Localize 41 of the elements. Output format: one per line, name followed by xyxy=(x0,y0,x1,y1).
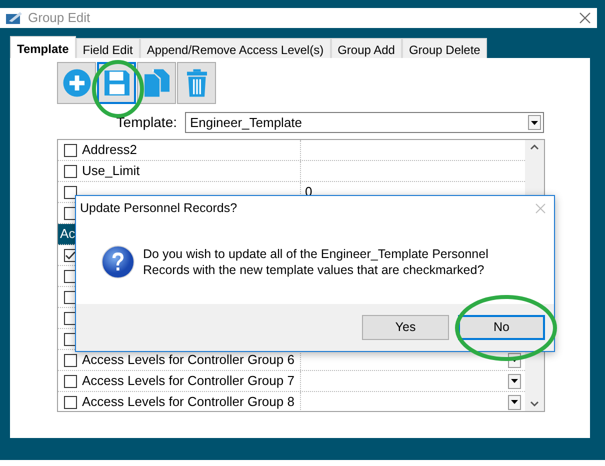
scroll-down-icon[interactable] xyxy=(530,401,539,407)
template-dropdown[interactable]: Engineer_Template xyxy=(185,112,544,133)
dialog-title: Update Personnel Records? xyxy=(80,200,238,217)
save-icon xyxy=(102,68,132,98)
tab[interactable]: Template xyxy=(10,36,76,58)
template-label: Template: xyxy=(115,113,177,132)
question-icon xyxy=(101,245,135,279)
checkbox[interactable] xyxy=(64,144,77,156)
dialog-message: Do you wish to update all of the Engineer_Template Personnel Records with the new template values that are checkmarked? xyxy=(143,246,490,278)
app-icon xyxy=(6,11,22,25)
copy-icon xyxy=(142,68,172,98)
dropdown-button[interactable] xyxy=(508,394,521,410)
caret-icon xyxy=(511,358,518,362)
checkbox[interactable] xyxy=(64,354,77,366)
caret-icon xyxy=(511,400,518,404)
scroll-up-icon[interactable] xyxy=(530,144,539,150)
field-name: Use_Limit xyxy=(82,162,140,180)
add-icon xyxy=(62,68,92,98)
header-text: Ac xyxy=(60,225,76,244)
tab[interactable]: Append/Remove Access Level(s) xyxy=(140,38,331,58)
field-name: Address2 xyxy=(82,141,137,160)
field-name: Access Levels for Controller Group 6 xyxy=(82,351,294,370)
dialog-button[interactable]: No xyxy=(458,315,545,340)
caret-icon xyxy=(531,120,538,124)
add-button[interactable] xyxy=(57,62,96,104)
checkbox[interactable] xyxy=(64,186,77,198)
checkbox[interactable] xyxy=(64,396,77,408)
caret-icon xyxy=(511,379,518,383)
checkbox[interactable] xyxy=(64,164,77,178)
tab[interactable]: Group Delete xyxy=(402,38,488,58)
dialog-button[interactable]: Yes xyxy=(362,315,449,340)
tab[interactable]: Group Add xyxy=(330,38,402,58)
close-icon[interactable] xyxy=(579,12,591,24)
tab[interactable]: Field Edit xyxy=(76,38,140,58)
template-value: Engineer_Template xyxy=(190,114,302,132)
checkbox[interactable] xyxy=(64,374,77,388)
dropdown-button[interactable] xyxy=(508,374,521,388)
field-name: Access Levels for Controller Group 8 xyxy=(82,393,294,411)
field-name: Access Levels for Controller Group 7 xyxy=(82,372,294,390)
delete-button[interactable] xyxy=(177,62,216,104)
window-title: Group Edit xyxy=(28,9,90,28)
